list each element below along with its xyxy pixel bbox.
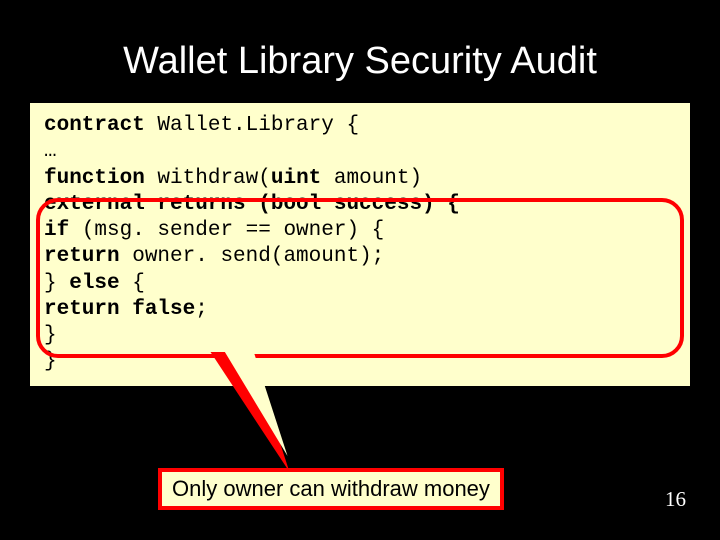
code-text: } <box>44 272 69 295</box>
code-line-7: } else { <box>44 271 676 297</box>
code-text: withdraw( <box>145 167 271 190</box>
slide-title: Wallet Library Security Audit <box>0 0 720 103</box>
code-text: (msg. sender == owner) { <box>69 219 384 242</box>
keyword-contract: contract <box>44 114 145 137</box>
code-line-10: } <box>44 349 676 375</box>
code-text: { <box>120 272 145 295</box>
code-text: owner. send(amount); <box>120 245 385 268</box>
code-line-5: if (msg. sender == owner) { <box>44 218 676 244</box>
code-text: ; <box>195 298 208 321</box>
code-line-4: external returns (bool success) { <box>44 192 676 218</box>
code-line-1: contract Wallet.Library { <box>44 113 676 139</box>
keyword-return: return <box>44 245 120 268</box>
code-line-9: } <box>44 323 676 349</box>
keyword-else: else <box>69 272 119 295</box>
code-line-6: return owner. send(amount); <box>44 244 676 270</box>
code-text-bold: external returns (bool success) { <box>44 193 460 216</box>
code-text: Wallet.Library { <box>145 114 359 137</box>
callout-label: Only owner can withdraw money <box>158 468 504 510</box>
keyword-return-false: return false <box>44 298 195 321</box>
keyword-function: function <box>44 167 145 190</box>
code-line-3: function withdraw(uint amount) <box>44 166 676 192</box>
code-line-8: return false; <box>44 297 676 323</box>
code-text: amount) <box>321 167 422 190</box>
code-line-2: … <box>44 139 676 165</box>
code-block: contract Wallet.Library { … function wit… <box>30 103 690 386</box>
keyword-uint: uint <box>271 167 321 190</box>
page-number: 16 <box>665 487 686 512</box>
keyword-if: if <box>44 219 69 242</box>
